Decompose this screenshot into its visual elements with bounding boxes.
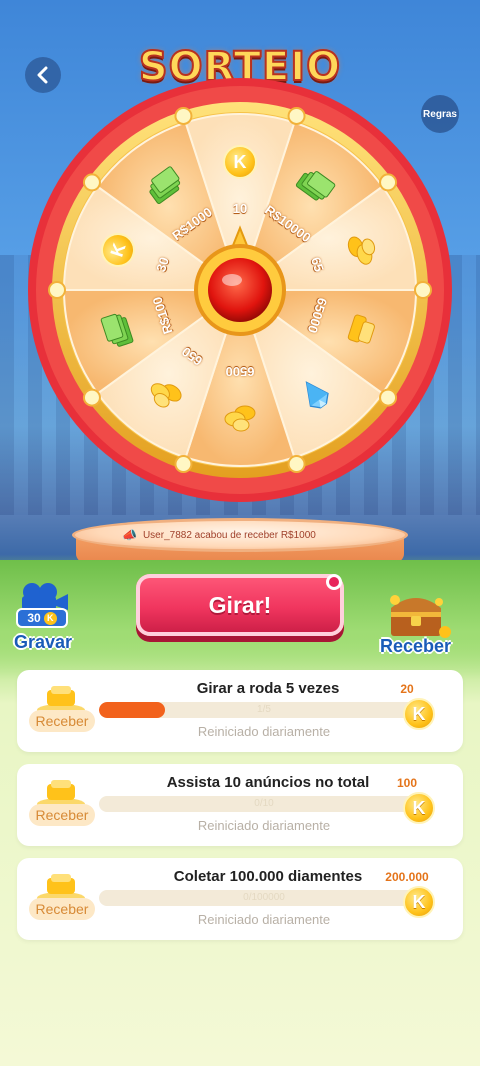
task-progress-bar: 0/100000	[99, 890, 429, 906]
task-progress-bar: 1/5	[99, 702, 429, 718]
record-label: Gravar	[14, 632, 73, 652]
k-coin-icon: K	[403, 698, 435, 730]
k-coin-icon: K	[43, 611, 57, 625]
notification-dot	[326, 574, 342, 590]
task-card: Receber Girar a roda 5 vezes 1/5 Reinici…	[17, 670, 463, 752]
task-progress-bar: 0/10	[99, 796, 429, 812]
task-progress-text: 0/100000	[243, 892, 285, 903]
task-reset-note: Reiniciado diariamente	[197, 818, 331, 833]
claim-button[interactable]: Receber	[29, 710, 95, 732]
receive-chest-button[interactable]: Receber	[380, 588, 451, 657]
task-reset-note: Reiniciado diariamente	[197, 912, 331, 927]
treasure-chest-icon	[381, 588, 451, 648]
winner-ticker: 📣 User_7882 acabou de receber R$1000	[122, 526, 362, 544]
ticker-message: User_7882 acabou de receber R$1000	[142, 529, 316, 541]
task-card: Receber Assista 10 anúncios no total 0/1…	[17, 764, 463, 846]
k-coin-icon: K	[403, 792, 435, 824]
claim-button[interactable]: Receber	[29, 898, 95, 920]
record-cost: 30	[27, 611, 41, 625]
task-card: Receber Coletar 100.000 diamentes 0/1000…	[17, 858, 463, 940]
wheel-pointer	[194, 225, 286, 336]
task-reset-note: Reiniciado diariamente	[197, 724, 331, 739]
record-cost-badge: 30 K	[16, 608, 69, 628]
task-reward-amount: 200.000	[385, 870, 429, 884]
prize-wheel[interactable]: K 10 R$10000 65 65000 6500 650 R$100 K 30 R$1000	[24, 68, 456, 508]
megaphone-icon: 📣	[122, 528, 137, 542]
task-list: Receber Girar a roda 5 vezes 1/5 Reinici…	[17, 670, 463, 952]
task-progress-text: 0/10	[254, 798, 274, 809]
claim-button[interactable]: Receber	[29, 804, 95, 826]
camera-icon: 30 K	[14, 582, 72, 632]
spin-button[interactable]: Girar!	[136, 574, 344, 636]
task-progress-text: 1/5	[257, 704, 271, 715]
task-reward-amount: 20	[400, 682, 414, 696]
k-coin-icon: K	[403, 886, 435, 918]
record-button[interactable]: 30 K Gravar	[14, 582, 72, 653]
task-reward-amount: 100	[396, 776, 418, 790]
